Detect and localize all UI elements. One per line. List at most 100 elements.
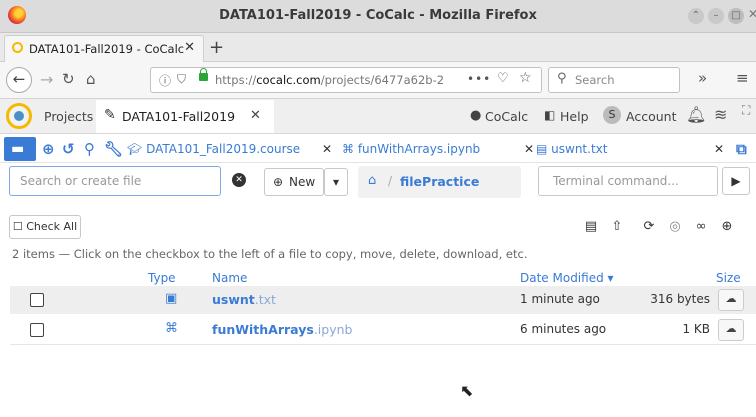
globe-public-icon[interactable]: ⊕ bbox=[714, 214, 740, 240]
browser-tab-close-icon[interactable]: ✕ bbox=[184, 40, 195, 55]
breadcrumb: ⌂ / filePractice bbox=[358, 166, 521, 198]
url-bar[interactable]: ⓘ ⛉ https://cocalc.com/projects/6477a62b… bbox=[150, 67, 542, 93]
project-tab[interactable]: ✎ DATA101-Fall2019 ✕ bbox=[96, 100, 274, 133]
search-placeholder: Search or create file bbox=[20, 174, 142, 188]
sort-desc-icon: ▾ bbox=[607, 271, 614, 285]
window-close-icon[interactable]: ✕ bbox=[748, 7, 756, 21]
bookmark-star-icon[interactable]: ☆ bbox=[519, 70, 532, 86]
hamburger-menu-icon[interactable]: ≡ bbox=[736, 69, 749, 87]
new-button[interactable]: ⊕ New bbox=[264, 168, 324, 196]
file-tab-text-close-icon[interactable]: ✕ bbox=[714, 142, 724, 156]
refresh-icon[interactable]: ⟳ bbox=[636, 214, 662, 240]
cocalc-info-icon: ● bbox=[470, 108, 482, 123]
caret-down-icon: ▾ bbox=[332, 175, 340, 189]
tracking-shield-icon[interactable]: ⛉ bbox=[177, 72, 186, 87]
file-date: 1 minute ago bbox=[520, 292, 600, 306]
play-icon: ▶ bbox=[731, 174, 741, 188]
history-icon[interactable]: ↺ bbox=[62, 140, 75, 158]
back-button[interactable]: ← bbox=[6, 67, 32, 93]
file-tab-notebook[interactable]: ⌘ funWithArrays.ipynb bbox=[342, 142, 480, 156]
row-checkbox[interactable] bbox=[30, 323, 44, 337]
file-name[interactable]: funWithArrays.ipynb bbox=[212, 322, 352, 337]
settings-wrench-icon[interactable]: 🔧︎ bbox=[104, 140, 123, 158]
search-input[interactable]: Search or create file bbox=[9, 166, 221, 196]
connection-wifi-icon[interactable]: ≋ bbox=[714, 105, 727, 124]
check-all-label: Check All bbox=[26, 220, 78, 233]
cocalc-logo-icon[interactable] bbox=[6, 103, 32, 129]
help-link[interactable]: Help bbox=[560, 109, 589, 124]
file-size: 1 KB bbox=[682, 322, 710, 336]
terminal-command-input[interactable]: Terminal command... bbox=[538, 166, 718, 196]
fullscreen-icon[interactable]: ⛶ bbox=[742, 103, 750, 118]
pocket-icon[interactable]: ♡ bbox=[497, 71, 509, 86]
terminal-placeholder: Terminal command... bbox=[553, 174, 679, 188]
window-titlebar: DATA101-Fall2019 - CoCalc - Mozilla Fire… bbox=[0, 0, 756, 33]
project-tab-label: DATA101-Fall2019 bbox=[122, 109, 236, 124]
file-name[interactable]: uswnt.txt bbox=[212, 292, 276, 307]
table-row[interactable]: ▣ uswnt.txt 1 minute ago 316 bytes ☁ bbox=[10, 286, 756, 314]
page-actions-icon[interactable]: ••• bbox=[467, 72, 491, 86]
type-column-header[interactable]: Type bbox=[148, 271, 176, 285]
date-column-header[interactable]: Date Modified ▾ bbox=[520, 271, 614, 285]
plus-circle-icon: ⊕ bbox=[273, 175, 284, 189]
file-tab-notebook-close-icon[interactable]: ✕ bbox=[524, 142, 534, 156]
size-column-header[interactable]: Size bbox=[716, 271, 741, 285]
search-files-icon[interactable]: ⚲ bbox=[84, 140, 95, 158]
browser-search-input[interactable]: ⚲ Search bbox=[548, 67, 680, 93]
files-tab[interactable]: ▬ bbox=[4, 137, 36, 161]
breadcrumb-current[interactable]: filePractice bbox=[400, 174, 479, 189]
hidden-files-eye-icon[interactable]: ◎ bbox=[662, 214, 688, 240]
new-tab-button[interactable]: + bbox=[209, 37, 224, 58]
new-file-plus-icon[interactable]: ⊕ bbox=[42, 140, 55, 158]
home-folder-icon[interactable]: ⌂ bbox=[368, 173, 376, 188]
file-tab-text[interactable]: ▤ uswnt.txt bbox=[536, 142, 607, 156]
url-text: https://cocalc.com/projects/6477a62b-2 bbox=[215, 73, 445, 87]
lock-icon bbox=[199, 68, 208, 81]
browser-navbar: ← → ↻ ⌂ ⓘ ⛉ https://cocalc.com/projects/… bbox=[0, 62, 756, 99]
notebook-file-icon: ⌘ bbox=[165, 321, 178, 336]
library-icon[interactable]: ▤ bbox=[578, 214, 604, 240]
window-title: DATA101-Fall2019 - CoCalc - Mozilla Fire… bbox=[219, 8, 537, 23]
browser-tab[interactable]: DATA101-Fall2019 - CoCalc ✕ bbox=[4, 35, 204, 62]
clear-search-icon[interactable]: ✕ bbox=[232, 173, 246, 187]
cocalc-favicon-icon bbox=[12, 42, 23, 53]
forward-icon[interactable]: → bbox=[40, 70, 53, 89]
text-file-icon: ▣ bbox=[165, 291, 178, 306]
cocalc-link[interactable]: CoCalc bbox=[485, 109, 528, 124]
name-column-header[interactable]: Name bbox=[212, 271, 247, 285]
file-date: 6 minutes ago bbox=[520, 322, 607, 336]
window-maximize-icon[interactable]: □ bbox=[728, 8, 744, 24]
window-up-icon[interactable]: ⌃ bbox=[688, 8, 704, 24]
folder-open-icon: ▬ bbox=[11, 141, 25, 157]
download-cloud-icon[interactable]: ☁ bbox=[718, 319, 744, 341]
mouse-cursor-icon: ⬉ bbox=[460, 381, 474, 400]
file-tab-course[interactable]: 🎓︎ DATA101_Fall2019.course bbox=[127, 142, 300, 156]
run-terminal-button[interactable]: ▶ bbox=[722, 167, 750, 195]
home-icon[interactable]: ⌂ bbox=[86, 70, 96, 88]
project-tab-close-icon[interactable]: ✕ bbox=[250, 108, 261, 123]
edit-icon: ✎ bbox=[104, 107, 116, 123]
breadcrumb-separator: / bbox=[388, 174, 393, 188]
browser-search-placeholder: Search bbox=[575, 73, 615, 87]
info-icon[interactable]: ⓘ bbox=[159, 72, 171, 89]
notification-bell-icon[interactable]: 🔔︎ bbox=[686, 105, 706, 124]
divider bbox=[10, 344, 756, 345]
check-all-button[interactable]: ☐ Check All bbox=[9, 215, 81, 239]
browser-tab-strip: DATA101-Fall2019 - CoCalc ✕ + bbox=[0, 33, 756, 62]
projects-link[interactable]: Projects bbox=[44, 109, 93, 124]
account-link[interactable]: Account bbox=[626, 109, 676, 124]
new-dropdown-button[interactable]: ▾ bbox=[324, 168, 348, 196]
reload-icon[interactable]: ↻ bbox=[62, 70, 75, 88]
masked-files-icon[interactable]: ∞ bbox=[688, 214, 714, 240]
table-row[interactable]: ⌘ funWithArrays.ipynb 6 minutes ago 1 KB… bbox=[10, 316, 756, 344]
file-tab-course-close-icon[interactable]: ✕ bbox=[322, 142, 332, 156]
file-size: 316 bytes bbox=[650, 292, 710, 306]
row-checkbox[interactable] bbox=[30, 293, 44, 307]
popout-icon[interactable]: ⧉ bbox=[736, 140, 747, 158]
upload-icon[interactable]: ⇧ bbox=[604, 214, 630, 240]
download-cloud-icon[interactable]: ☁ bbox=[718, 289, 744, 311]
overflow-icon[interactable]: » bbox=[698, 69, 707, 87]
account-avatar[interactable]: S bbox=[603, 106, 621, 124]
window-minimize-icon[interactable]: – bbox=[708, 8, 724, 24]
cocalc-topbar: Projects ✎ DATA101-Fall2019 ✕ ● CoCalc ◧… bbox=[0, 99, 756, 134]
